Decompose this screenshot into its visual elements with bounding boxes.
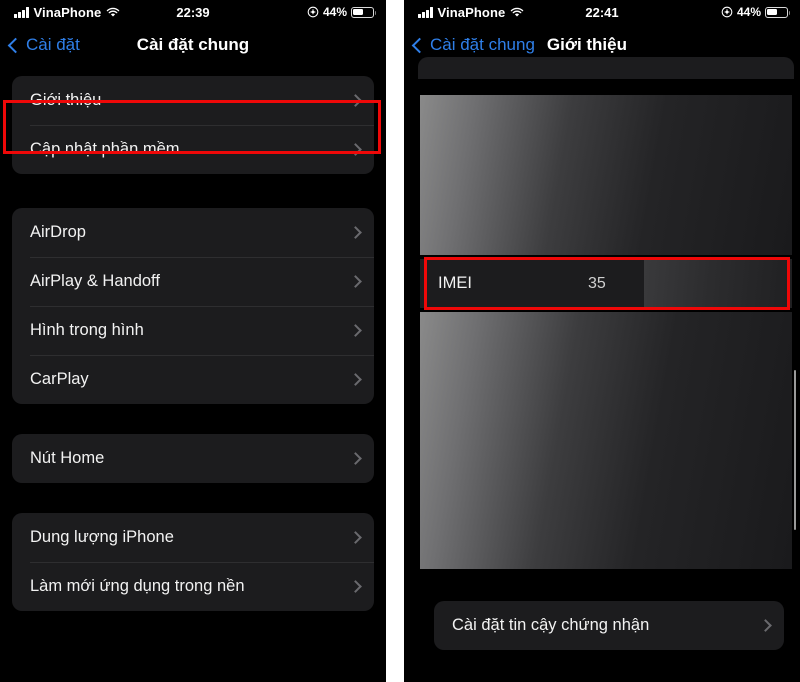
settings-row-cap-nhat-phan-mem[interactable]: Cập nhật phần mềm bbox=[12, 125, 374, 174]
about-row-cai-dat-tin-cay-chung-nhan[interactable]: Cài đặt tin cậy chứng nhận bbox=[434, 601, 784, 650]
row-label: Làm mới ứng dụng trong nền bbox=[30, 577, 245, 595]
row-label: AirPlay & Handoff bbox=[30, 272, 160, 290]
row-label: Giới thiệu bbox=[30, 91, 102, 109]
chevron-right-icon bbox=[349, 94, 362, 107]
battery-percent-label: 44% bbox=[322, 5, 347, 19]
chevron-right-icon bbox=[349, 143, 362, 156]
chevron-right-icon bbox=[349, 275, 362, 288]
settings-row-carplay[interactable]: CarPlay bbox=[12, 355, 374, 404]
imei-label: IMEI bbox=[438, 274, 472, 292]
row-label: Cập nhật phần mềm bbox=[30, 140, 180, 158]
settings-row-gioi-thieu[interactable]: Giới thiệu bbox=[12, 76, 374, 125]
settings-group-home-button: Nút Home bbox=[12, 434, 374, 483]
back-button-settings[interactable]: Cài đặt bbox=[7, 35, 80, 55]
about-list-card-top-edge bbox=[418, 57, 794, 79]
battery-icon bbox=[351, 6, 377, 18]
status-bar-left: VinaPhone 22:39 44% bbox=[0, 0, 386, 28]
settings-list: Giới thiệu Cập nhật phần mềm AirDrop Air… bbox=[0, 62, 386, 611]
chevron-right-icon bbox=[349, 373, 362, 386]
chevron-left-icon bbox=[411, 37, 428, 53]
settings-group-storage: Dung lượng iPhone Làm mới ứng dụng trong… bbox=[12, 513, 374, 611]
status-bar-right-cluster: 44% bbox=[721, 5, 791, 19]
settings-group-about: Giới thiệu Cập nhật phần mềm bbox=[12, 76, 374, 174]
row-label: Nút Home bbox=[30, 449, 105, 467]
back-button-label: Cài đặt bbox=[26, 35, 80, 54]
battery-icon bbox=[765, 6, 791, 18]
screenshot-root: VinaPhone 22:39 44% Cài đặt Cài đặt chun… bbox=[0, 0, 800, 682]
settings-row-dung-luong-iphone[interactable]: Dung lượng iPhone bbox=[12, 513, 374, 562]
status-bar-right: VinaPhone 22:41 44% bbox=[404, 0, 800, 28]
imei-value: 35 bbox=[588, 274, 606, 292]
settings-row-airplay-handoff[interactable]: AirPlay & Handoff bbox=[12, 257, 374, 306]
chevron-right-icon bbox=[349, 580, 362, 593]
settings-group-sharing: AirDrop AirPlay & Handoff Hình trong hìn… bbox=[12, 208, 374, 404]
chevron-right-icon bbox=[349, 324, 362, 337]
row-label: Hình trong hình bbox=[30, 321, 144, 339]
battery-percent-label: 44% bbox=[736, 5, 761, 19]
about-group-certificate-trust: Cài đặt tin cậy chứng nhận bbox=[434, 601, 784, 650]
redacted-about-rows-upper bbox=[420, 95, 792, 255]
row-label: Dung lượng iPhone bbox=[30, 528, 174, 546]
settings-row-hinh-trong-hinh[interactable]: Hình trong hình bbox=[12, 306, 374, 355]
chevron-left-icon bbox=[7, 37, 24, 53]
status-bar-right-cluster: 44% bbox=[307, 5, 377, 19]
redacted-imei-digits bbox=[644, 259, 792, 308]
settings-row-lam-moi-ung-dung-trong-nen[interactable]: Làm mới ứng dụng trong nền bbox=[12, 562, 374, 611]
settings-row-nut-home[interactable]: Nút Home bbox=[12, 434, 374, 483]
settings-row-airdrop[interactable]: AirDrop bbox=[12, 208, 374, 257]
location-services-icon bbox=[307, 6, 319, 18]
back-button-label: Cài đặt chung bbox=[430, 35, 535, 54]
nav-bar-left: Cài đặt Cài đặt chung bbox=[0, 28, 386, 62]
row-label: Cài đặt tin cậy chứng nhận bbox=[452, 616, 650, 634]
about-row-imei[interactable]: IMEI 35 bbox=[420, 259, 792, 308]
chevron-right-icon bbox=[349, 226, 362, 239]
row-label: CarPlay bbox=[30, 370, 89, 388]
location-services-icon bbox=[721, 6, 733, 18]
redacted-about-rows-lower bbox=[420, 312, 792, 569]
back-button-general-settings[interactable]: Cài đặt chung bbox=[411, 35, 535, 55]
row-label: AirDrop bbox=[30, 223, 86, 241]
chevron-right-icon bbox=[759, 619, 772, 632]
left-phone-screen: VinaPhone 22:39 44% Cài đặt Cài đặt chun… bbox=[0, 0, 386, 682]
vertical-scrollbar[interactable] bbox=[793, 370, 796, 530]
page-title: Giới thiệu bbox=[546, 35, 627, 54]
chevron-right-icon bbox=[349, 531, 362, 544]
chevron-right-icon bbox=[349, 452, 362, 465]
